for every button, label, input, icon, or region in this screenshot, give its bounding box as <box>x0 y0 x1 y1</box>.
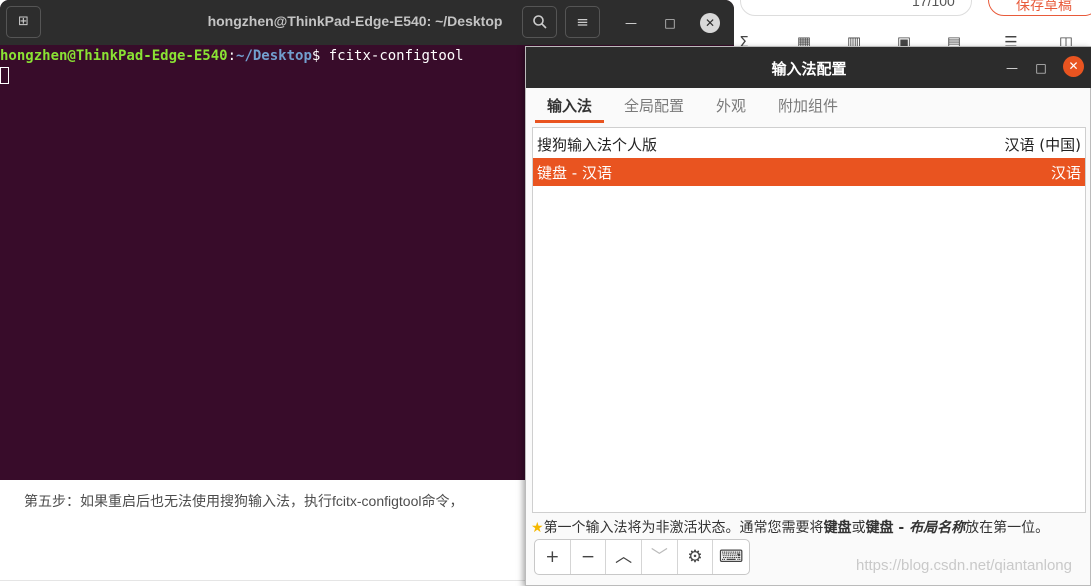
search-icon <box>532 15 547 29</box>
screen: 17/100 保存草稿 Σ ▦ ▥ ▣ ▤ ☰ ◫ 第五步：如果重启后也无法使用… <box>0 0 1091 586</box>
hint-suffix: 放在第一位。 <box>965 520 1050 536</box>
configure-button[interactable]: ⚙ <box>678 540 714 574</box>
star-icon: ★ <box>531 520 544 536</box>
keyboard-layout-button[interactable]: ⌨ <box>713 540 749 574</box>
terminal-cursor <box>0 67 9 84</box>
hint-bold-keyboard-dash: 键盘 - <box>865 520 910 536</box>
minimize-button[interactable]: — <box>621 13 641 33</box>
keyboard-icon: ⌨ <box>718 547 744 567</box>
dialog-maximize-button[interactable]: □ <box>1031 58 1051 78</box>
hamburger-icon: ≡ <box>576 13 589 31</box>
minimize-icon: — <box>1006 61 1018 75</box>
new-tab-button[interactable]: ⊞ <box>6 6 41 38</box>
new-tab-icon: ⊞ <box>18 14 29 29</box>
add-button[interactable]: + <box>535 540 571 574</box>
close-button[interactable]: ✕ <box>700 13 720 33</box>
prompt-separator: : <box>227 48 237 64</box>
remove-button[interactable]: − <box>571 540 607 574</box>
hint-text: ★第一个输入法将为非激活状态。通常您需要将键盘或键盘 - 布局名称放在第一位。 <box>531 517 1049 537</box>
maximize-icon: □ <box>1035 61 1047 75</box>
tab-bar: 输入法 全局配置 外观 附加组件 <box>526 89 1091 123</box>
terminal-title: hongzhen@ThinkPad-Edge-E540: ~/Desktop <box>207 13 503 29</box>
close-icon: ✕ <box>1068 59 1079 73</box>
save-draft-button[interactable]: 保存草稿 <box>988 0 1091 16</box>
chevron-up-icon: ︿ <box>615 547 633 567</box>
title-counter: 17/100 <box>912 0 955 9</box>
menu-button[interactable]: ≡ <box>565 6 600 38</box>
prompt-line: hongzhen@ThinkPad-Edge-E540:~/Desktop$ f… <box>0 48 464 64</box>
hint-bold-keyboard: 键盘 <box>823 520 852 536</box>
prompt-path: ~/Desktop <box>236 48 312 64</box>
minimize-icon: — <box>625 16 637 30</box>
gear-icon: ⚙ <box>687 547 703 567</box>
input-method-name: 键盘 - 汉语 <box>537 164 612 182</box>
watermark: https://blog.csdn.net/qiantanlong <box>856 557 1072 574</box>
minus-icon: − <box>580 547 596 567</box>
maximize-button[interactable]: □ <box>660 13 680 33</box>
dialog-close-button[interactable]: ✕ <box>1063 56 1084 77</box>
step-text: 第五步：如果重启后也无法使用搜狗输入法，执行fcitx-configtool命令… <box>24 493 464 509</box>
hint-prefix: 第一个输入法将为非激活状态。通常您需要将 <box>543 520 824 536</box>
search-button[interactable] <box>522 6 557 38</box>
maximize-icon: □ <box>664 16 676 30</box>
input-method-language: 汉语 <box>1050 164 1081 182</box>
plus-icon: + <box>545 547 560 567</box>
input-method-config-dialog: 输入法配置 — □ ✕ 输入法 全局配置 外观 附加组件 搜狗输入法个人版 汉语… <box>525 46 1091 586</box>
dialog-titlebar: 输入法配置 — □ ✕ <box>526 47 1091 88</box>
terminal-titlebar: ⊞ hongzhen@ThinkPad-Edge-E540: ~/Desktop… <box>0 0 734 45</box>
close-icon: ✕ <box>704 16 716 30</box>
input-method-language: 汉语 (中国) <box>1004 136 1081 154</box>
move-up-button[interactable]: ︿ <box>606 540 643 574</box>
tab-global-config[interactable]: 全局配置 <box>612 95 696 123</box>
tab-input-method[interactable]: 输入法 <box>535 95 605 123</box>
tab-addons[interactable]: 附加组件 <box>766 95 850 123</box>
list-action-bar: + − ︿ ﹀ ⚙ ⌨ <box>534 539 750 575</box>
move-down-button[interactable]: ﹀ <box>642 540 678 574</box>
chevron-down-icon: ﹀ <box>650 547 668 567</box>
hint-or: 或 <box>851 520 866 536</box>
input-method-name: 搜狗输入法个人版 <box>537 136 658 154</box>
prompt-user: hongzhen@ThinkPad-Edge-E540 <box>0 48 228 64</box>
command-text: fcitx-configtool <box>320 48 464 64</box>
list-item[interactable]: 搜狗输入法个人版 汉语 (中国) <box>533 130 1085 158</box>
dialog-minimize-button[interactable]: — <box>1002 58 1022 78</box>
tab-appearance[interactable]: 外观 <box>704 95 758 123</box>
hint-layout-name: 布局名称 <box>909 520 966 536</box>
input-method-list: 搜狗输入法个人版 汉语 (中国) 键盘 - 汉语 汉语 <box>532 127 1086 513</box>
divider <box>0 580 527 581</box>
list-item[interactable]: 键盘 - 汉语 汉语 <box>533 158 1085 186</box>
